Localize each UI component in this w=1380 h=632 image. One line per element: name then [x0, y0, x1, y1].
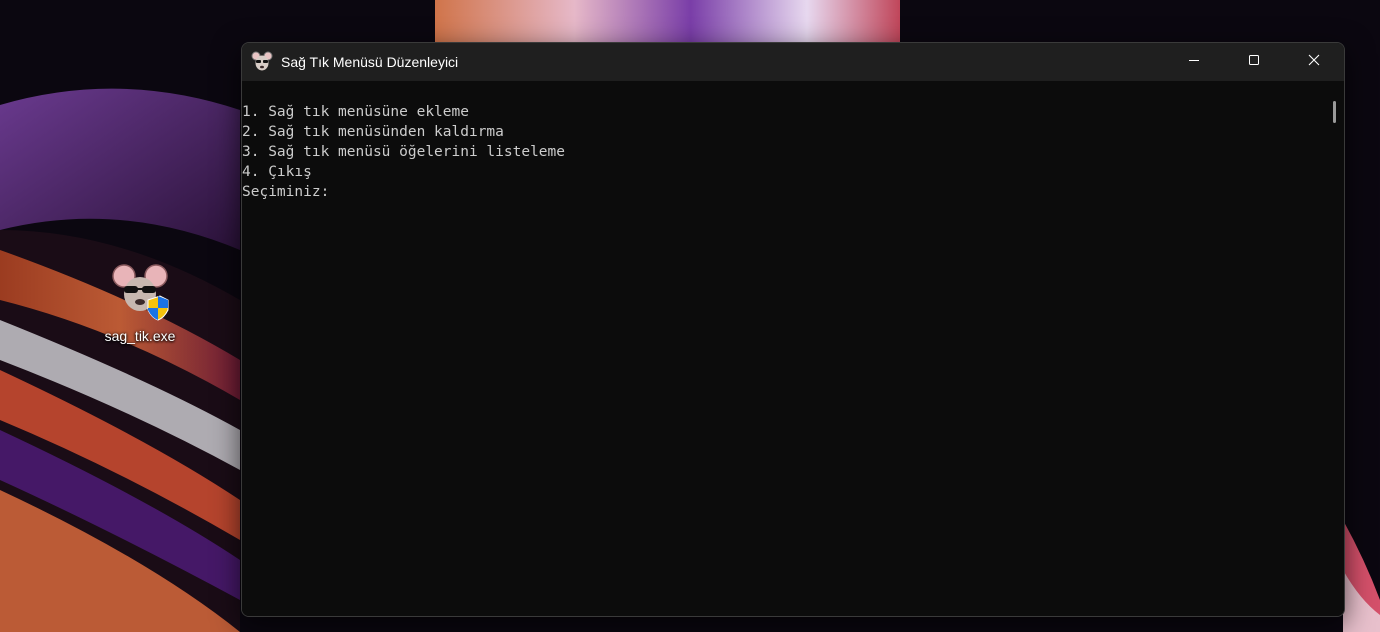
desktop-icon-label: sag_tik.exe: [104, 328, 176, 344]
console-output[interactable]: 1. Sağ tık menüsüne ekleme 2. Sağ tık me…: [242, 81, 1324, 616]
scrollbar-thumb[interactable]: [1333, 101, 1336, 123]
minimize-icon: [1188, 53, 1200, 71]
desktop-icon-sag-tik-exe[interactable]: sag_tik.exe: [96, 262, 184, 354]
console-prompt: Seçiminiz:: [242, 184, 330, 200]
console-line-menu-1: 1. Sağ tık menüsüne ekleme: [242, 104, 469, 120]
vertical-scrollbar[interactable]: [1324, 81, 1344, 616]
console-line-menu-4: 4. Çıkış: [242, 164, 312, 180]
window-title: Sağ Tık Menüsü Düzenleyici: [281, 54, 459, 70]
console-line-menu-3: 3. Sağ tık menüsü öğelerini listeleme: [242, 144, 566, 160]
window-titlebar[interactable]: Sağ Tık Menüsü Düzenleyici: [242, 43, 1344, 81]
maximize-button[interactable]: [1224, 43, 1284, 81]
close-icon: [1308, 53, 1320, 71]
mouse-with-sunglasses-shield-icon: [110, 262, 170, 322]
console-line-menu-2: 2. Sağ tık menüsünden kaldırma: [242, 124, 504, 140]
mouse-icon: [251, 51, 273, 73]
caption-buttons: [1164, 43, 1344, 81]
console-window[interactable]: Sağ Tık Menüsü Düzenleyici 1. Sağ tık me…: [241, 42, 1345, 617]
maximize-icon: [1248, 53, 1260, 71]
close-button[interactable]: [1284, 43, 1344, 81]
minimize-button[interactable]: [1164, 43, 1224, 81]
